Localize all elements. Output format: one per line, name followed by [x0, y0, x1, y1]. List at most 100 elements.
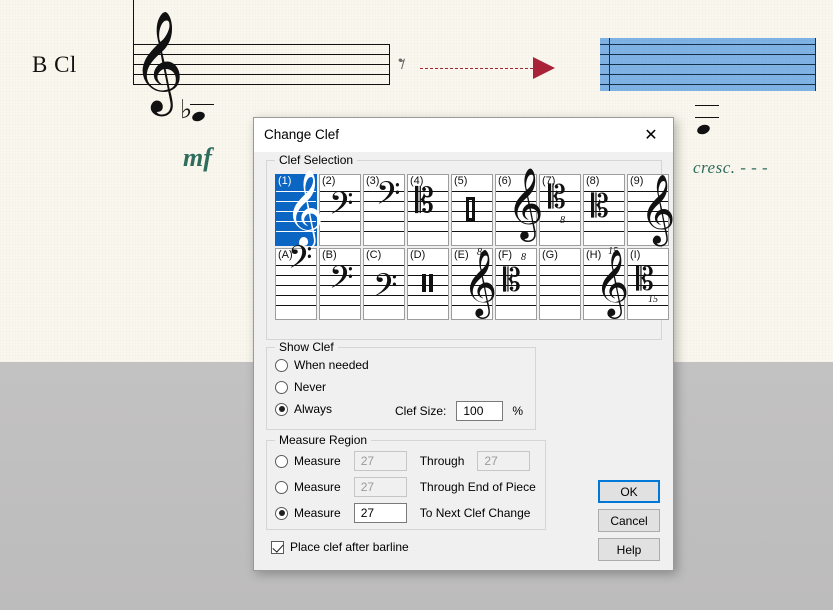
- clef-cell-D[interactable]: (D): [407, 248, 449, 320]
- measure-start-input-3[interactable]: 27: [353, 503, 407, 523]
- measure-region-row-1[interactable]: Measure 27 Through 27: [275, 451, 531, 471]
- notehead[interactable]: [695, 123, 712, 136]
- place-clef-after-barline-row[interactable]: Place clef after barline: [271, 540, 409, 554]
- clef-cell-E[interactable]: (E) 8 𝄞: [451, 247, 497, 320]
- clef-grid[interactable]: (1) 𝄞 (2) 𝄢 (3) 𝄢 (4) 𝄡 (5) (6) 𝄞 (7) 𝄡 …: [275, 172, 675, 320]
- radio-always[interactable]: [275, 402, 288, 416]
- dynamic-mf[interactable]: mf: [183, 143, 212, 173]
- clef-cell-5[interactable]: (5): [451, 174, 493, 246]
- clef-index: (3): [366, 175, 380, 187]
- bass-clef-icon: 𝄡: [503, 261, 521, 299]
- dialog-titlebar[interactable]: Change Clef ✕: [254, 118, 673, 153]
- octave-marking: 8: [521, 252, 526, 263]
- measure-label: Measure: [294, 454, 341, 468]
- percussion-clef-icon: [466, 197, 475, 221]
- measure-region-row-3[interactable]: Measure 27 To Next Clef Change: [275, 503, 530, 523]
- selected-staff-region[interactable]: [600, 38, 816, 91]
- clef-size-input[interactable]: 100: [456, 401, 504, 421]
- clef-index: (1): [278, 175, 292, 187]
- staff-line: [600, 74, 816, 75]
- radio-measure-through-end[interactable]: [275, 480, 288, 494]
- staff-line: [600, 84, 816, 85]
- clef-cell-I[interactable]: (I) 𝄡 15: [627, 248, 669, 320]
- ok-button[interactable]: OK: [598, 480, 660, 503]
- staff-line: [600, 54, 816, 55]
- clef-cell-G[interactable]: (G): [539, 248, 581, 320]
- clef-index: (A): [278, 249, 293, 261]
- alto-clef-icon: 𝄢: [329, 185, 354, 229]
- ledger-line: [695, 117, 719, 118]
- ledger-line: [695, 105, 719, 106]
- show-clef-option-never[interactable]: Never: [275, 380, 326, 394]
- alto-clef-icon: 𝄢: [329, 259, 354, 303]
- radio-when-needed[interactable]: [275, 358, 288, 372]
- notehead[interactable]: [190, 110, 207, 123]
- clef-cell-8[interactable]: (8) 𝄡: [583, 174, 625, 246]
- clef-cell-6[interactable]: (6) 𝄞: [495, 172, 544, 246]
- clef-index: (E): [454, 249, 469, 261]
- percussion-clef-icon: [422, 274, 434, 292]
- measure-end-input[interactable]: 27: [477, 451, 531, 471]
- treble-clef-icon: 𝄞: [640, 174, 676, 244]
- through-end-label: Through End of Piece: [419, 480, 536, 494]
- bass-clef-icon: 𝄡: [591, 187, 609, 225]
- octave-marking: 15: [608, 246, 618, 257]
- measure-start-input[interactable]: 27: [353, 451, 407, 471]
- show-clef-label: Always: [294, 402, 333, 416]
- next-clef-change-label: To Next Clef Change: [419, 506, 531, 520]
- clef-cell-1[interactable]: (1) 𝄞: [275, 174, 324, 246]
- show-clef-label: Never: [294, 380, 327, 394]
- octave-marking: 15: [648, 294, 658, 305]
- close-icon[interactable]: ✕: [629, 118, 673, 151]
- radio-never[interactable]: [275, 380, 288, 394]
- radio-measure-next-clef[interactable]: [275, 506, 288, 520]
- clef-cell-B[interactable]: (B) 𝄢: [319, 248, 361, 320]
- show-clef-option-when-needed[interactable]: When needed: [275, 358, 369, 372]
- drag-arrow-line: [420, 68, 533, 69]
- checkbox-place-clef-after-barline[interactable]: [271, 540, 284, 554]
- clef-index: (D): [410, 249, 426, 261]
- ledger-line: [190, 104, 214, 105]
- show-clef-option-always[interactable]: Always: [275, 402, 332, 416]
- measure-label: Measure: [294, 480, 341, 494]
- staff-line: [600, 64, 816, 65]
- clef-size-row: Clef Size: 100 %: [395, 401, 523, 421]
- clef-cell-C[interactable]: (C) 𝄢: [363, 248, 405, 320]
- clef-row-2: (A) 𝄢 (B) 𝄢 (C) 𝄢 (D) (E) 8 𝄞 (F) 8 𝄡 (G…: [275, 242, 669, 320]
- cresc-marking[interactable]: cresc. - - -: [693, 158, 768, 178]
- clef-cell-H[interactable]: (H) 15 𝄞: [583, 246, 629, 320]
- measure-start-input-2[interactable]: 27: [353, 477, 407, 497]
- clef-index: (6): [498, 175, 512, 187]
- rest-icon[interactable]: 𝄾: [398, 50, 406, 80]
- through-label: Through: [419, 454, 465, 468]
- help-button[interactable]: Help: [598, 538, 660, 561]
- cancel-button[interactable]: Cancel: [598, 509, 660, 532]
- treble-clef-icon[interactable]: 𝄞: [132, 17, 184, 105]
- change-clef-dialog[interactable]: Change Clef ✕ Clef Selection (1) 𝄞 (2) 𝄢…: [253, 117, 675, 571]
- barline-right: [389, 44, 390, 85]
- clef-cell-F[interactable]: (F) 8 𝄡: [495, 248, 537, 320]
- drag-arrow-head: [533, 57, 555, 79]
- clef-cell-4[interactable]: (4) 𝄡: [407, 174, 449, 246]
- baritone-clef-icon: 𝄢: [373, 267, 398, 311]
- clef-index: (7): [542, 175, 556, 187]
- clef-index: (I): [630, 249, 641, 261]
- radio-measure-through[interactable]: [275, 454, 288, 468]
- staff-line: [600, 44, 816, 45]
- clef-index: (H): [586, 249, 602, 261]
- clef-cell-3[interactable]: (3) 𝄢: [363, 174, 405, 246]
- show-clef-group: Show Clef When needed Never Always Clef …: [266, 340, 536, 430]
- instrument-label: B Cl: [32, 52, 77, 77]
- clef-index: (B): [322, 249, 337, 261]
- dialog-title: Change Clef: [264, 127, 340, 142]
- clef-cell-9[interactable]: (9) 𝄞: [627, 174, 675, 246]
- clef-cell-7[interactable]: (7) 𝄡 8: [539, 174, 581, 246]
- clef-cell-2[interactable]: (2) 𝄢: [319, 174, 361, 246]
- clef-index: (8): [586, 175, 600, 187]
- clef-cell-A[interactable]: (A) 𝄢: [275, 242, 317, 320]
- clef-index: (2): [322, 175, 336, 187]
- clef-index: (C): [366, 249, 382, 261]
- show-clef-legend: Show Clef: [275, 340, 338, 354]
- flat-accidental[interactable]: ♭: [180, 97, 192, 123]
- measure-region-row-2[interactable]: Measure 27 Through End of Piece: [275, 477, 536, 497]
